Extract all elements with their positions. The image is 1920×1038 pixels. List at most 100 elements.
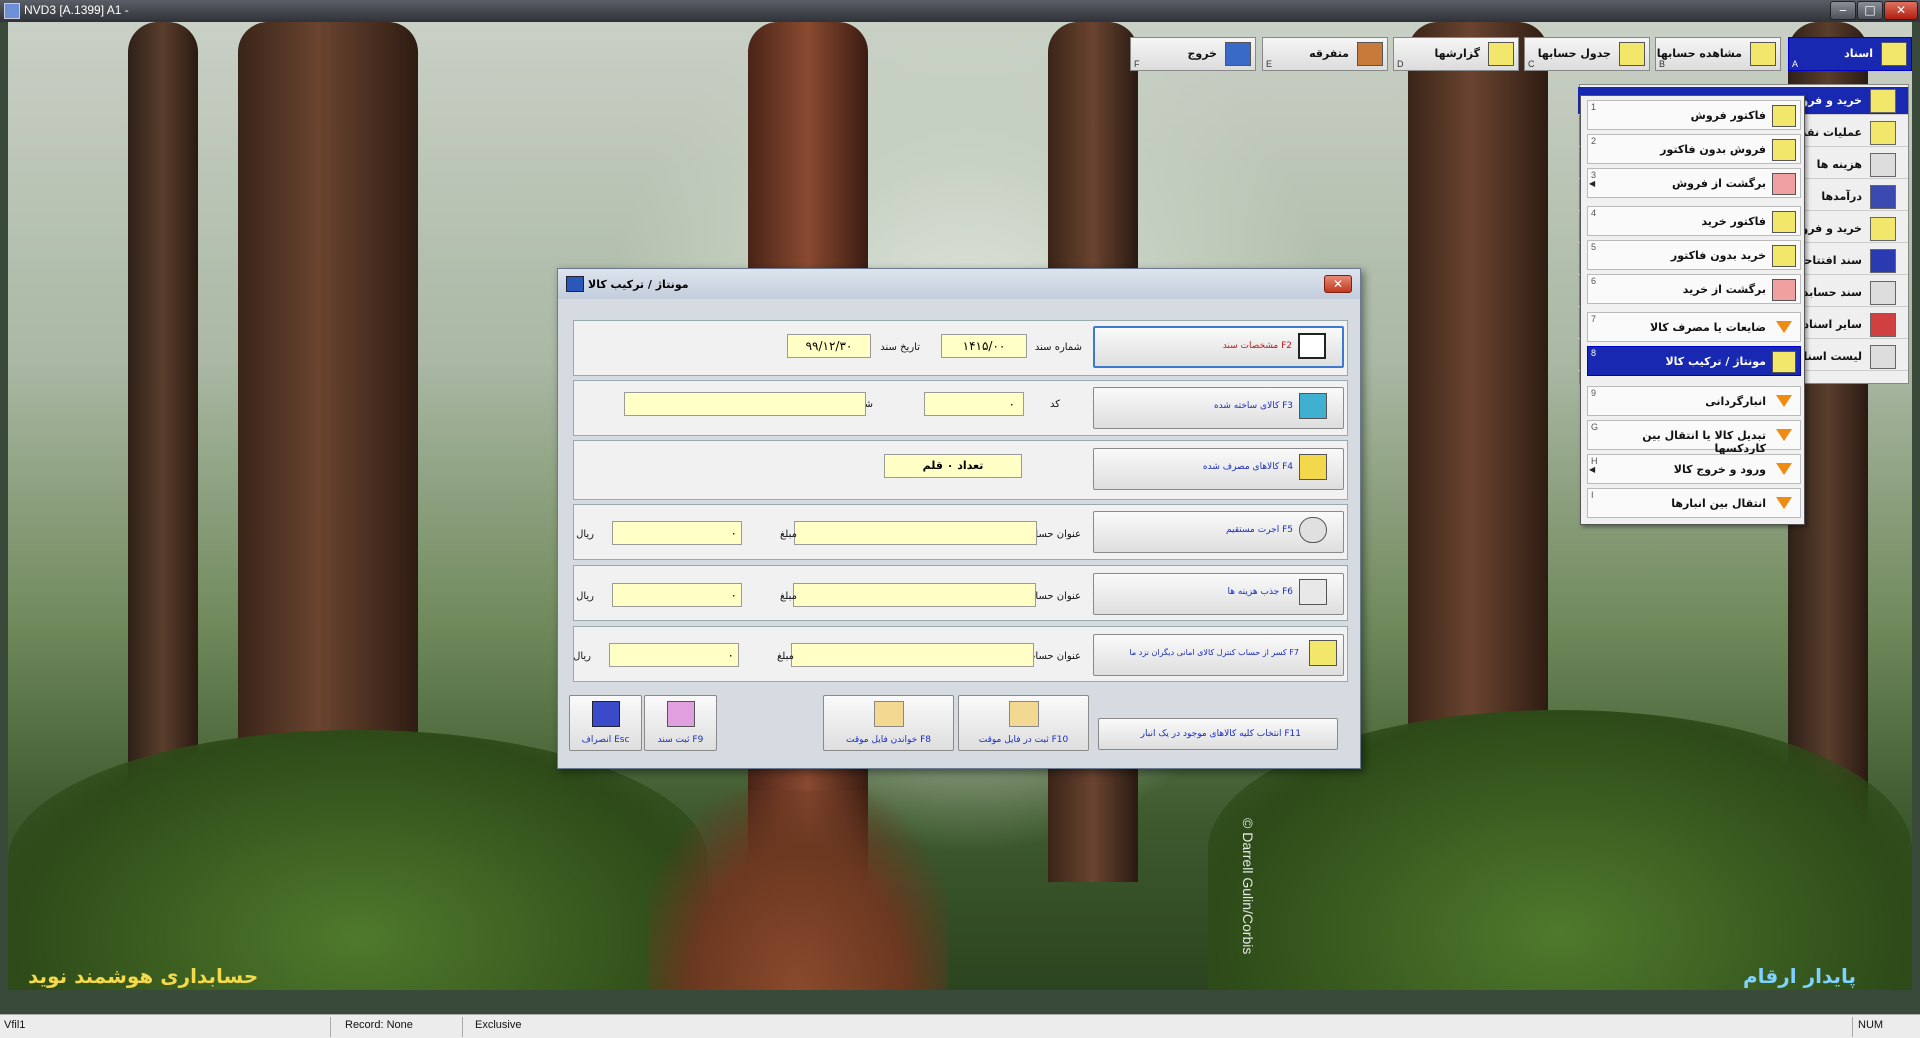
submenu-item-sales-return[interactable]: 3 ◀ برگشت از فروش [1587,168,1801,198]
pages-icon [1870,281,1896,305]
menu-label: مشاهده حسابها [1656,47,1742,60]
submenu-label: فروش بدون فاکتور [1660,143,1766,156]
submenu-label: فاکتور خرید [1701,215,1766,228]
submenu-item-warehouse-transfer[interactable]: I انتقال بین انبارها [1587,488,1801,518]
menu-accounts-table[interactable]: C جدول حسابها [1524,37,1650,71]
status-separator [330,1017,331,1037]
doc-number-field[interactable]: ۱۴۱۵/۰۰ [941,334,1027,358]
menu-reports[interactable]: D گزارشها [1393,37,1519,71]
triangle-icon [1776,395,1792,407]
expand-arrow-icon: ◀ [1589,179,1596,188]
submenu-label: تبدیل کالا یا انتقال بین کاردکسها [1642,429,1766,455]
doc-details-button[interactable]: F2 مشخصات سند [1093,326,1344,368]
cancel-button[interactable]: Esc انصراف [569,695,642,751]
menu-label: جدول حسابها [1537,47,1611,60]
menu-misc[interactable]: E متفرقه [1262,37,1388,71]
doc-date-field[interactable]: ۹۹/۱۲/۳۰ [787,334,871,358]
code-label: کد [1049,399,1060,410]
tree-trunk [1408,22,1548,802]
side-item-label: لیست اسناد [1797,350,1862,363]
button-label: F8 خواندن فایل موقت [845,735,931,745]
submenu-label: ضایعات یا مصرف کالا [1649,321,1766,334]
menu-exit[interactable]: F خروج [1130,37,1256,71]
sales-invoice-icon [1772,105,1796,127]
app-icon [4,3,20,19]
submenu-label: ورود و خروج کالا [1673,463,1766,476]
save-temp-button[interactable]: F10 ثبت در فایل موقت [958,695,1089,751]
submenu-item-assembly[interactable]: 8 مونتاژ / ترکیب کالا [1587,346,1801,376]
close-button[interactable]: ✕ [1884,1,1918,20]
submenu-item-convert-goods[interactable]: G تبدیل کالا یا انتقال بین کاردکسها [1587,420,1801,455]
status-num: NUM [1858,1019,1884,1031]
submenu-item-in-out-goods[interactable]: H ◀ ورود و خروج کالا [1587,454,1801,484]
menu-label: اسناد [1844,47,1873,60]
dialog-close-button[interactable]: ✕ [1324,275,1352,293]
submenu-item-sale-no-invoice[interactable]: 2 فروش بدون فاکتور [1587,134,1801,164]
minimize-button[interactable]: ‒ [1830,1,1856,20]
read-temp-button[interactable]: F8 خواندن فایل موقت [823,695,954,751]
calendar-icon [1298,333,1326,359]
deduction-amount-field[interactable]: ۰ [609,643,739,667]
currency-label: ریال [576,591,594,602]
select-all-goods-button[interactable]: F11 انتخاب کلیه کالاهای موجود در یک انبا… [1098,718,1338,750]
assembly-dialog: مونتاژ / ترکیب کالا ✕ F2 مشخصات سند شمار… [557,268,1361,769]
maximize-button[interactable]: □ [1857,1,1883,20]
documents-icon [1881,42,1907,66]
button-label: F6 جذب هزینه ها [1227,587,1294,597]
money-bag-icon [1870,185,1896,209]
sales-return-icon [1772,173,1796,195]
direct-wage-button[interactable]: F5 اجرت مستقیم [1093,511,1344,553]
status-separator [1852,1017,1853,1037]
dialog-app-icon [566,276,584,292]
direct-wage-amount-field[interactable]: ۰ [612,521,742,545]
code-field[interactable]: ۰ [924,392,1024,416]
submenu-item-stocktaking[interactable]: 9 انبارگردانی [1587,386,1801,416]
status-mode: Exclusive [475,1019,522,1031]
submenu-key: 8 [1591,348,1597,358]
dialog-title: مونتاژ / ترکیب کالا [588,278,689,291]
side-item-label: درآمدها [1821,190,1862,203]
save-document-button[interactable]: F9 ثبت سند [644,695,717,751]
description-field[interactable] [624,392,866,416]
button-label: Esc انصراف [581,735,630,745]
submenu-item-purchase-invoice[interactable]: 4 فاکتور خرید [1587,206,1801,236]
consumed-goods-button[interactable]: F4 کالاهای مصرف شده [1093,448,1344,490]
menu-documents[interactable]: A اسناد [1788,37,1912,71]
box-cross-icon [1309,640,1337,666]
sale-no-invoice-icon [1772,139,1796,161]
triangle-icon [1776,497,1792,509]
amount-label: مبلغ [776,651,794,662]
open-folder-icon [874,701,904,727]
deduction-button[interactable]: F7 کسر از حساب کنترل کالای امانی دیگران … [1093,634,1344,676]
exit-door-icon [1225,42,1251,66]
submenu-key: 5 [1591,242,1597,252]
submenu-key: 1 [1591,102,1597,112]
overhead-amount-field[interactable]: ۰ [612,583,742,607]
button-label: F2 مشخصات سند [1222,341,1292,351]
forest-path [648,790,948,990]
submenu-item-purchase-return[interactable]: 6 برگشت از خرید [1587,274,1801,304]
list-icon [1870,345,1896,369]
folder-icon [1619,42,1645,66]
deduction-account-field[interactable] [791,643,1034,667]
menu-view-accounts[interactable]: B مشاهده حسابها [1655,37,1781,71]
button-label: F11 انتخاب کلیه کالاهای موجود در یک انبا… [1140,729,1301,739]
triangle-icon [1776,429,1792,441]
overhead-absorption-button[interactable]: F6 جذب هزینه ها [1093,573,1344,615]
built-product-button[interactable]: F3 کالای ساخته شده [1093,387,1344,429]
overhead-account-field[interactable] [793,583,1036,607]
submenu-label: انبارگردانی [1705,395,1766,408]
submenu-item-waste[interactable]: 7 ضایعات یا مصرف کالا [1587,312,1801,342]
button-label: F3 کالای ساخته شده [1213,401,1293,411]
submenu-key: 6 [1591,276,1597,286]
window-titlebar: NVD3 [A.1399] A1 - ‒ □ ✕ [0,0,1920,22]
gas-pump-icon [1299,579,1327,605]
submenu-label: مونتاژ / ترکیب کالا [1665,355,1766,368]
direct-wage-account-field[interactable] [794,521,1037,545]
submenu-item-sales-invoice[interactable]: 1 فاکتور فروش [1587,100,1801,130]
fern-bush [8,730,708,990]
box-icon [1299,454,1327,480]
document-panel: F2 مشخصات سند شماره سند ۱۴۱۵/۰۰ تاریخ سن… [573,320,1348,376]
submenu-item-purchase-no-invoice[interactable]: 5 خرید بدون فاکتور [1587,240,1801,270]
button-label: F5 اجرت مستقیم [1226,525,1293,535]
